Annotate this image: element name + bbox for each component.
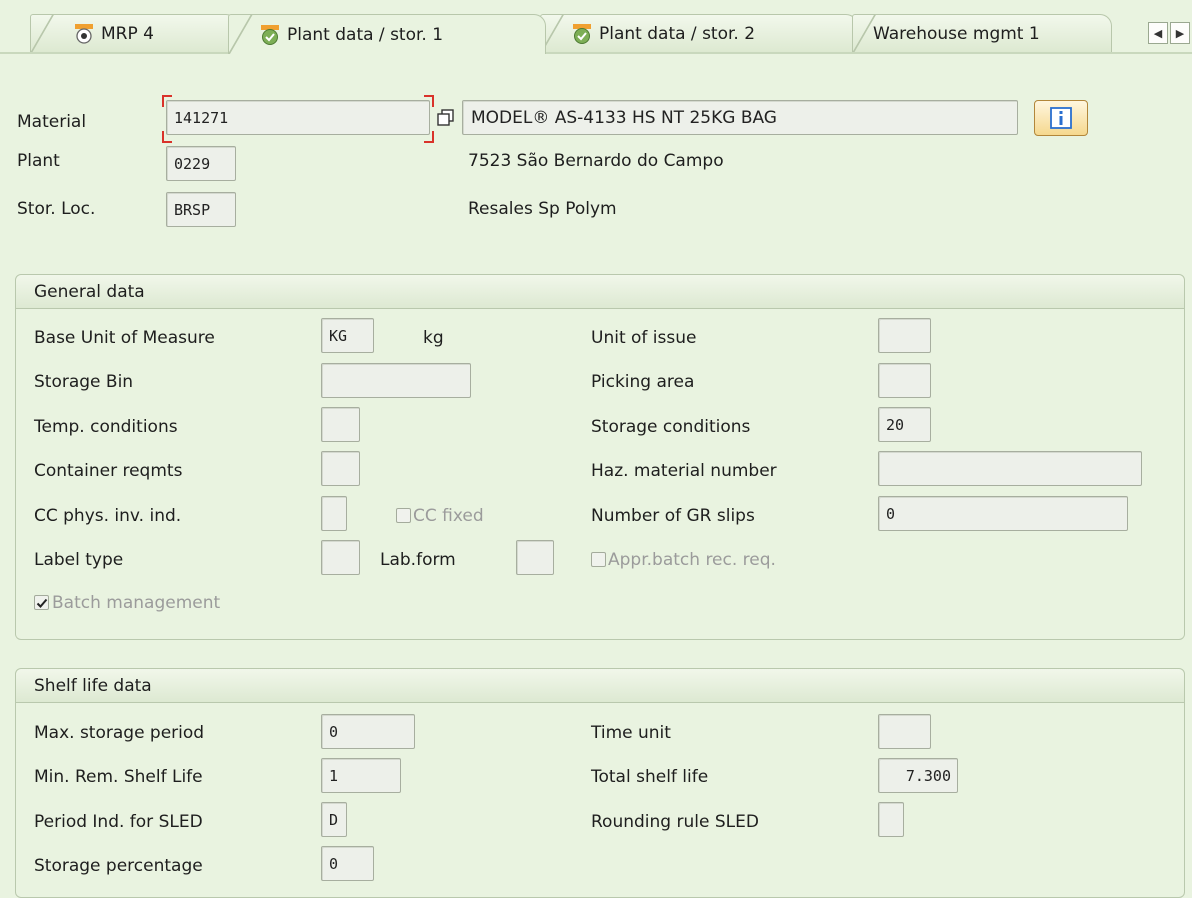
tab-edge [853,15,877,52]
gr-slips-label: Number of GR slips [591,506,755,526]
label-type-input[interactable] [321,540,360,575]
temp-conditions-input[interactable] [321,407,360,442]
stor-loc-description: Resales Sp Polym [468,199,617,219]
rounding-rule-sled-label: Rounding rule SLED [591,812,759,832]
unit-of-issue-input[interactable] [878,318,931,353]
copy-icon[interactable] [436,108,456,128]
tab-edge [31,15,55,52]
picking-area-label: Picking area [591,372,695,392]
group-title: Shelf life data [16,669,1184,703]
storage-bin-input[interactable] [321,363,471,398]
container-reqmts-input[interactable] [321,451,360,486]
tab-mrp4[interactable]: MRP 4 [30,14,238,52]
tab-label: Plant data / stor. 2 [599,23,756,44]
tab-label: Warehouse mgmt 1 [873,23,1040,44]
base-uom-text: kg [423,328,444,348]
container-reqmts-label: Container reqmts [34,461,183,481]
checkmark-icon [36,598,47,608]
label-type-label: Label type [34,550,124,570]
appr-batch-label: Appr.batch rec. req. [608,550,776,570]
rounding-rule-sled-input[interactable] [878,802,904,837]
material-input[interactable]: 141271 [166,100,430,135]
stor-loc-input[interactable]: BRSP [166,192,236,227]
scroll-tabs-right-button[interactable]: ▶ [1170,22,1190,44]
time-unit-input[interactable] [878,714,931,749]
tab-edge [229,15,253,54]
required-marker [424,131,434,143]
tab-plant-data-stor-2[interactable]: Plant data / stor. 2 [540,14,858,52]
plant-description: 7523 São Bernardo do Campo [468,151,724,171]
unit-of-issue-label: Unit of issue [591,328,697,348]
required-marker [424,95,434,107]
max-storage-period-input[interactable]: 0 [321,714,415,749]
required-marker [162,95,172,107]
cc-phys-inv-input[interactable] [321,496,347,531]
tab-label: MRP 4 [101,23,154,44]
info-icon [1050,107,1072,129]
min-rem-shelf-life-input[interactable]: 1 [321,758,401,793]
radio-target-icon [75,23,93,44]
plant-input[interactable]: 0229 [166,146,236,181]
gr-slips-input[interactable]: 0 [878,496,1128,531]
material-description: MODEL® AS-4133 HS NT 25KG BAG [462,100,1018,135]
batch-management-label: Batch management [52,593,221,613]
plant-label: Plant [17,151,60,171]
group-title: General data [16,275,1184,309]
base-uom-input[interactable]: KG [321,318,374,353]
temp-conditions-label: Temp. conditions [34,417,178,437]
max-storage-period-label: Max. storage period [34,723,205,743]
material-label: Material [17,112,87,132]
period-ind-sled-label: Period Ind. for SLED [34,812,203,832]
storage-conditions-input[interactable]: 20 [878,407,931,442]
storage-percentage-input[interactable]: 0 [321,846,374,881]
lab-form-input[interactable] [516,540,554,575]
appr-batch-checkbox[interactable] [591,552,606,567]
lab-form-label: Lab.form [380,550,456,570]
tab-warehouse-mgmt-1[interactable]: Warehouse mgmt 1 [852,14,1112,52]
min-rem-shelf-life-label: Min. Rem. Shelf Life [34,767,203,787]
cc-fixed-checkbox[interactable] [396,508,411,523]
check-status-icon [573,23,591,44]
tab-label: Plant data / stor. 1 [287,24,444,45]
total-shelf-life-input[interactable]: 7.300 [878,758,958,793]
required-marker [162,131,172,143]
stor-loc-label: Stor. Loc. [17,199,96,219]
batch-management-checkbox[interactable] [34,595,49,610]
period-ind-sled-input[interactable]: D [321,802,347,837]
haz-material-number-input[interactable] [878,451,1142,486]
total-shelf-life-label: Total shelf life [591,767,709,787]
time-unit-label: Time unit [591,723,671,743]
cc-phys-inv-label: CC phys. inv. ind. [34,506,182,526]
haz-material-number-label: Haz. material number [591,461,777,481]
storage-conditions-label: Storage conditions [591,417,751,437]
base-uom-label: Base Unit of Measure [34,328,215,348]
scroll-tabs-left-button[interactable]: ◀ [1148,22,1168,44]
tab-strip-divider [0,52,1192,54]
tab-plant-data-stor-1[interactable]: Plant data / stor. 1 [228,14,546,54]
cc-fixed-label: CC fixed [413,506,484,526]
storage-bin-label: Storage Bin [34,372,134,392]
info-button[interactable] [1034,100,1088,136]
storage-percentage-label: Storage percentage [34,856,203,876]
check-status-icon [261,24,279,45]
picking-area-input[interactable] [878,363,931,398]
